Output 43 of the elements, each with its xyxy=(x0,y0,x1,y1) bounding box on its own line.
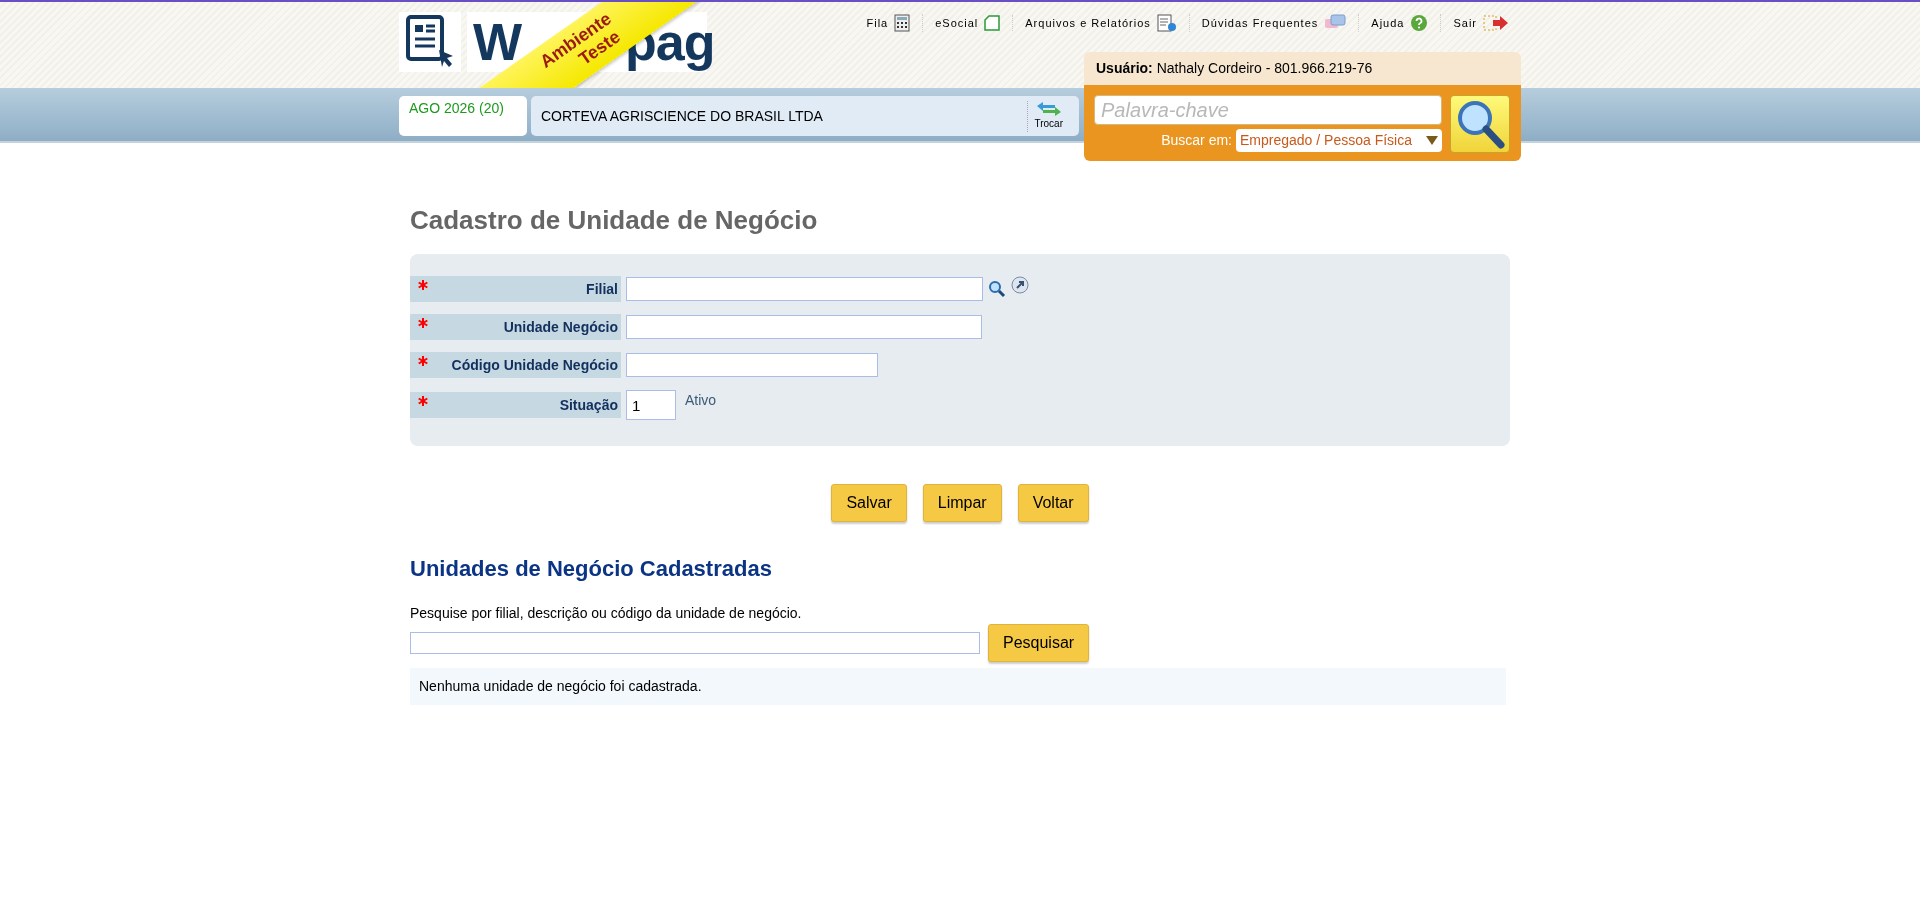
field-label: Código Unidade Negócio xyxy=(410,352,621,379)
calculator-icon[interactable] xyxy=(894,14,911,32)
switch-button[interactable]: Trocar xyxy=(1027,100,1069,132)
action-button[interactable]: Voltar xyxy=(1017,484,1089,523)
nav-link[interactable]: Dúvidas Frequentes xyxy=(1201,14,1319,32)
status-text: Ativo xyxy=(685,391,717,411)
nav-link[interactable]: Fila xyxy=(866,14,889,32)
nav-link[interactable]: Sair xyxy=(1453,14,1477,32)
logo-icon xyxy=(399,12,461,72)
user-info: Usuário: Nathaly Cordeiro - 801.966.219-76 xyxy=(1084,52,1521,85)
nav-link[interactable]: Arquivos e Relatórios xyxy=(1025,14,1151,32)
input-field[interactable] xyxy=(626,315,982,340)
logo-text: W xyxy=(473,16,522,68)
input-field[interactable]: 1 xyxy=(626,390,676,421)
keyword-field[interactable]: Palavra-chave xyxy=(1094,95,1442,125)
search-icon[interactable] xyxy=(988,280,1006,299)
input-field[interactable] xyxy=(626,353,878,378)
search-hint: Pesquise por filial, descrição ou código da unidade de negócio. xyxy=(410,603,803,623)
field-label: Filial xyxy=(410,276,621,303)
search-field[interactable] xyxy=(410,631,980,654)
scope-label: Buscar em: xyxy=(1161,131,1232,150)
empty-message: Nenhuma unidade de negócio foi cadastrada. xyxy=(410,667,1506,705)
exit-icon[interactable] xyxy=(1483,14,1509,32)
field-label: Unidade Negócio xyxy=(410,314,621,341)
scope-dropdown[interactable]: Empregado / Pessoa Física xyxy=(1236,129,1442,152)
report-icon[interactable] xyxy=(1156,14,1177,32)
period-tab[interactable]: AGO 2026 (20) xyxy=(399,96,527,136)
input-field[interactable] xyxy=(626,277,983,302)
search-button[interactable]: Pesquisar xyxy=(988,623,1090,662)
action-button[interactable]: Salvar xyxy=(831,484,907,523)
action-button[interactable]: Limpar xyxy=(922,484,1002,523)
nav-link[interactable]: Ajuda xyxy=(1371,14,1405,32)
search-button[interactable] xyxy=(1450,95,1510,153)
nav-link[interactable]: eSocial xyxy=(935,14,979,32)
caret-icon xyxy=(1426,136,1438,145)
field-label: Situação xyxy=(410,392,621,419)
help-icon[interactable] xyxy=(1410,14,1429,32)
swap-arrows-icon xyxy=(1036,101,1061,116)
company-name: CORTEVA AGRISCIENCE DO BRASIL LTDA xyxy=(541,106,823,126)
document-icon[interactable] xyxy=(984,15,1001,31)
page-title: Cadastro de Unidade de Negócio xyxy=(410,205,819,237)
arrow-circle-icon[interactable] xyxy=(1011,276,1029,295)
section-title: Unidades de Negócio Cadastradas xyxy=(410,556,773,583)
